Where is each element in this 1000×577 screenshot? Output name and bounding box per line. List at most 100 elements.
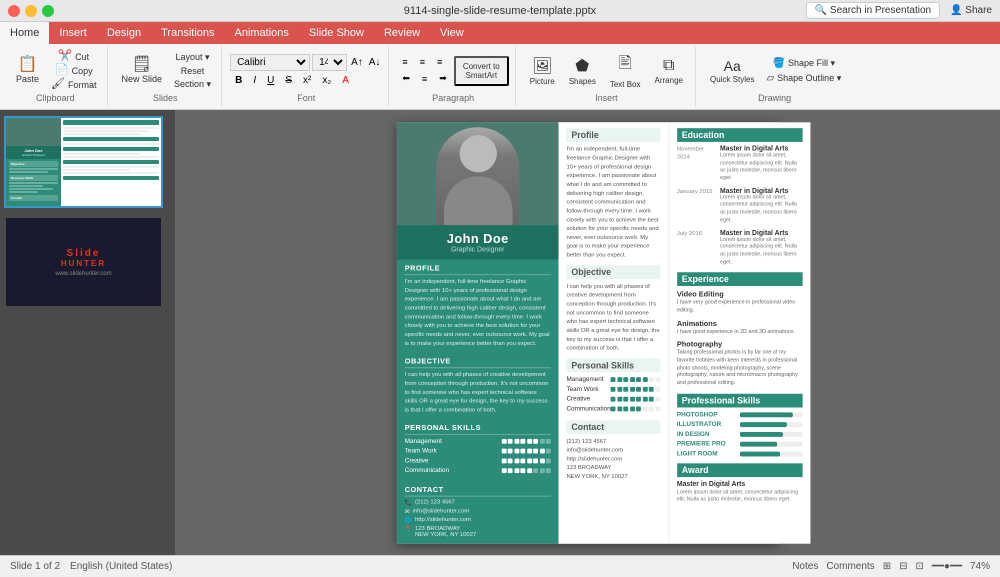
- superscript-button[interactable]: x²: [298, 73, 316, 88]
- bold-button[interactable]: B: [230, 73, 247, 88]
- shapes-button[interactable]: ⬟ Shapes: [563, 52, 602, 90]
- comments-button[interactable]: Comments: [826, 561, 874, 572]
- fontcolor-button[interactable]: A: [337, 73, 354, 88]
- paste-button[interactable]: 📋 Paste: [10, 53, 45, 88]
- share-button[interactable]: 👤 Share: [950, 5, 992, 16]
- font-increase-button[interactable]: A↑: [349, 56, 365, 69]
- tab-review[interactable]: Review: [374, 22, 430, 44]
- align-right-button[interactable]: ➡: [434, 71, 452, 86]
- dot: [655, 377, 660, 382]
- textbox-button[interactable]: 🖹 Text Box: [604, 48, 647, 93]
- align-left-button[interactable]: ⬅: [397, 71, 415, 86]
- right-column: Profile I'm an independent, full-time fr…: [558, 122, 810, 543]
- exp-entry-3: Photography Taking professional photos i…: [676, 340, 801, 387]
- slide-panel[interactable]: 1 John Doe Graphic Designer Objective: [0, 110, 175, 555]
- paragraph-buttons: ≡ ≡ ≡ ⬅ ≡ ➡ Convert toSmartArt: [397, 48, 508, 93]
- skill-management-label: Management: [404, 437, 441, 444]
- dot: [545, 458, 550, 463]
- slide-thumb-1[interactable]: John Doe Graphic Designer Objective Reso…: [6, 118, 161, 206]
- skill-creative-label: Creative: [404, 457, 428, 464]
- resume-job-title: Graphic Designer: [404, 246, 550, 253]
- format-button[interactable]: 🖌 Format: [47, 78, 100, 91]
- slide-thumb-wrapper-2: 2 Slide HUNTER www.slidehunter.com: [6, 218, 169, 306]
- copy-button[interactable]: 📄 Copy: [47, 64, 100, 77]
- layout-button[interactable]: Layout ▾: [170, 51, 215, 64]
- font-family-select[interactable]: Calibri: [230, 54, 310, 71]
- experience-section: Experience Video Editing I have very goo…: [676, 272, 801, 387]
- section-button[interactable]: Section ▾: [170, 78, 215, 91]
- search-box[interactable]: 🔍 Search in Presentation: [806, 2, 940, 19]
- maximize-button[interactable]: [42, 5, 54, 17]
- list-button-1[interactable]: ≡: [397, 55, 412, 69]
- tab-transitions[interactable]: Transitions: [151, 22, 224, 44]
- strikethrough-button[interactable]: S: [280, 73, 297, 88]
- contact-section: Contact 📞 (212) 123 4567 ✉ info@slidehun…: [396, 480, 558, 543]
- skill-row-communication: Communication: [404, 467, 550, 474]
- profile-header: Profile: [566, 128, 660, 142]
- tab-insert[interactable]: Insert: [49, 22, 97, 44]
- tab-home[interactable]: Home: [0, 22, 49, 44]
- dot: [636, 377, 641, 382]
- list-button-2[interactable]: ≡: [415, 55, 430, 69]
- subscript-button[interactable]: x₂: [317, 73, 336, 88]
- underline-button[interactable]: U: [262, 73, 279, 88]
- view-normal-button[interactable]: ⊞: [883, 561, 891, 572]
- pro-skill-illustrator: ILLUSTRATOR: [676, 420, 801, 427]
- slide-thumb-wrapper-1: 1 John Doe Graphic Designer Objective: [6, 118, 169, 206]
- photoshop-label: PHOTOSHOP: [676, 411, 735, 418]
- slide-thumb-2[interactable]: Slide HUNTER www.slidehunter.com: [6, 218, 161, 306]
- dot: [610, 386, 615, 391]
- new-slide-button[interactable]: 🗒 New Slide: [116, 53, 169, 88]
- profile-right-section: Profile I'm an independent, full-time fr…: [566, 128, 660, 260]
- list-button-3[interactable]: ≡: [432, 55, 447, 69]
- dot: [520, 458, 525, 463]
- ps-teamwork-label: Team Work: [566, 385, 598, 392]
- dot: [533, 448, 538, 453]
- right-top: Profile I'm an independent, full-time fr…: [558, 122, 810, 543]
- dot: [642, 396, 647, 401]
- illustrator-bar-bg: [739, 421, 802, 426]
- arrange-button[interactable]: ⧉ Arrange: [649, 53, 689, 89]
- dot: [507, 448, 512, 453]
- ps-creative-row: Creative: [566, 395, 660, 402]
- zoom-slider[interactable]: ━━●━━: [932, 561, 962, 572]
- font-size-select[interactable]: 14.9: [312, 54, 347, 71]
- window-controls[interactable]: [8, 5, 54, 17]
- indesign-bar: [739, 431, 783, 436]
- italic-button[interactable]: I: [248, 73, 261, 88]
- status-right: Notes Comments ⊞ ⊟ ⊡ ━━●━━ 74%: [792, 561, 990, 572]
- ribbon-toolbar: 📋 Paste ✂️ Cut 📄 Copy 🖌 Format Clipboard: [0, 44, 1000, 110]
- cut-button[interactable]: ✂️ Cut: [47, 50, 100, 63]
- tab-slideshow[interactable]: Slide Show: [299, 22, 374, 44]
- award-text: Lorem ipsum dolor sit amet, consectetur …: [676, 489, 801, 504]
- tab-view[interactable]: View: [430, 22, 474, 44]
- ps-management-dots: [610, 377, 659, 382]
- paste-icon: 📋: [18, 57, 38, 73]
- convert-smartart-button[interactable]: Convert toSmartArt: [454, 56, 509, 86]
- font-decrease-button[interactable]: A↓: [367, 56, 383, 69]
- shape-outline-button[interactable]: ▱ Shape Outline ▾: [762, 72, 845, 85]
- tab-design[interactable]: Design: [97, 22, 151, 44]
- align-center-button[interactable]: ≡: [417, 71, 432, 86]
- notes-button[interactable]: Notes: [792, 561, 818, 572]
- font-format-row: B I U S x² x₂ A: [230, 73, 382, 88]
- reset-button[interactable]: Reset: [170, 65, 215, 77]
- shape-fill-button[interactable]: 🪣 Shape Fill ▾: [762, 57, 845, 70]
- view-grid-button[interactable]: ⊟: [899, 561, 907, 572]
- picture-button[interactable]: 🖼 Picture: [524, 52, 561, 90]
- pro-skills-header: Professional Skills: [676, 393, 801, 407]
- dot: [617, 396, 622, 401]
- personal-skills-header: Personal Skills: [566, 358, 660, 372]
- view-reading-button[interactable]: ⊡: [915, 561, 923, 572]
- ps-communication-label: Communication: [566, 405, 610, 412]
- profile-section-title: Profile: [404, 263, 550, 275]
- quick-styles-button[interactable]: Aa Quick Styles: [704, 54, 760, 88]
- canvas-area: John Doe Graphic Designer Profile I'm an…: [175, 110, 1000, 555]
- shapes-icon: ⬟: [575, 56, 589, 76]
- title-right-controls: 🔍 Search in Presentation 👤 Share: [806, 2, 992, 19]
- minimize-button[interactable]: [25, 5, 37, 17]
- dot: [642, 386, 647, 391]
- dot: [533, 438, 538, 443]
- tab-animations[interactable]: Animations: [225, 22, 299, 44]
- close-button[interactable]: [8, 5, 20, 17]
